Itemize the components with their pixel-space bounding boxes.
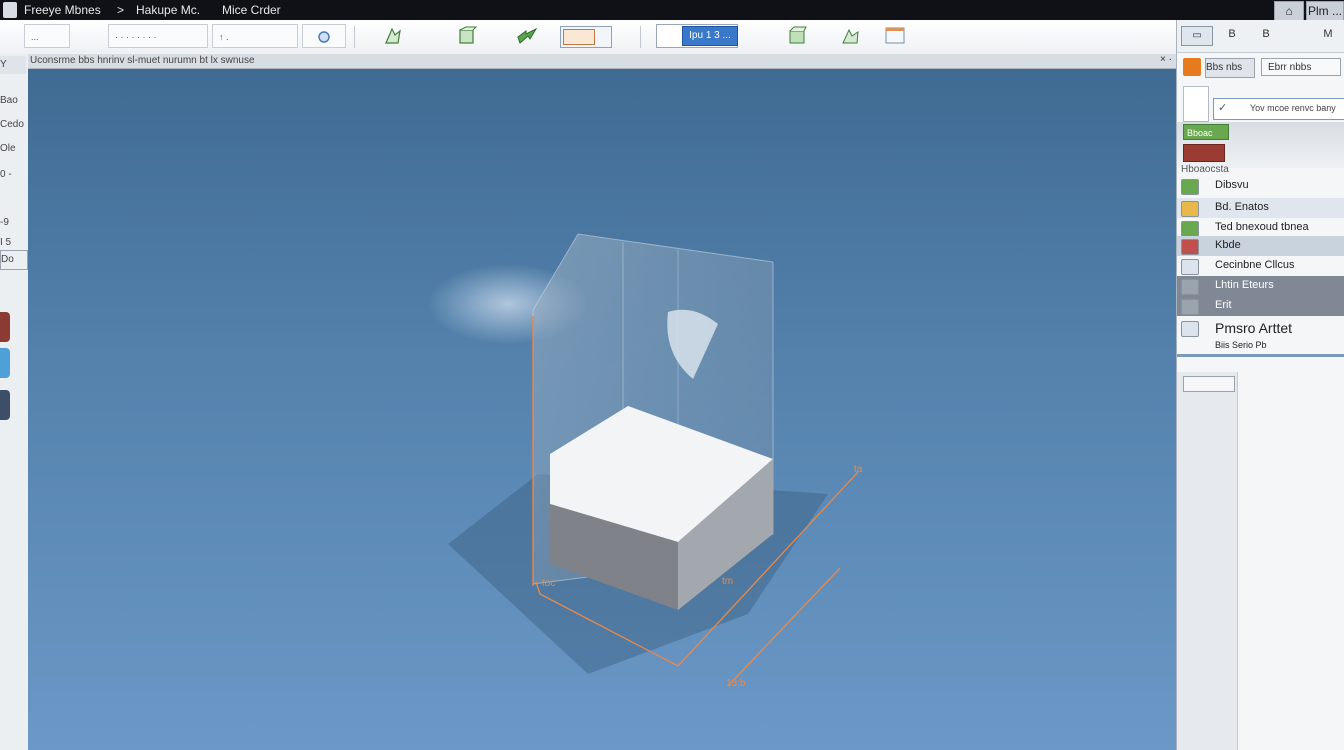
layer-label: Dibsvu	[1215, 179, 1249, 191]
tab-one[interactable]: Bbs nbs	[1205, 58, 1255, 78]
panel-divider	[1177, 354, 1344, 357]
move-tool-icon[interactable]	[516, 25, 538, 47]
scene-canvas[interactable]: ta tm toc 13:b	[28, 54, 1176, 750]
panel-m-button[interactable]: M	[1317, 28, 1339, 44]
layer-icon	[1181, 179, 1199, 195]
toolbar-lens-field[interactable]	[302, 24, 346, 48]
layer-row[interactable]: Bd. Enatos	[1177, 198, 1344, 218]
group-button[interactable]: Bboac	[1183, 124, 1229, 140]
plan-button[interactable]: Plm ...	[1306, 1, 1344, 21]
material-red-icon[interactable]	[0, 312, 10, 342]
folder-icon	[1181, 201, 1199, 217]
figure2-tool-icon[interactable]	[840, 25, 862, 47]
left-tab-1[interactable]: Y	[0, 56, 26, 74]
dimension-label-1: ta	[854, 464, 863, 475]
app-icon	[3, 2, 17, 18]
panel-b2-button[interactable]: B	[1257, 28, 1275, 44]
layer-row[interactable]: Dibsvu	[1177, 176, 1344, 196]
dimension-label-2: tm	[722, 576, 733, 587]
left-tab-2[interactable]: Bao	[0, 92, 26, 110]
table-icon	[1181, 221, 1199, 237]
layer-label: Lhtin Eteurs	[1215, 279, 1274, 291]
dimension-label-3: toc	[542, 578, 555, 589]
layer-row[interactable]: Ted bnexoud tbnea	[1177, 218, 1344, 238]
properties-icon-row[interactable]	[1183, 376, 1235, 392]
figure-tool-icon[interactable]	[382, 25, 404, 47]
layer-row-selected[interactable]: Lhtin Eteurs	[1177, 276, 1344, 296]
title-item-view[interactable]: Mice Crder	[222, 3, 281, 17]
layer-label: Kbde	[1215, 239, 1241, 251]
tool-icon	[1181, 299, 1199, 315]
layer-row-selected[interactable]: Erit	[1177, 296, 1344, 316]
properties-column	[1177, 372, 1238, 750]
right-panel-toolbar: ▭ B B M	[1177, 20, 1344, 53]
toolbar-field-2[interactable]: · · · · · · · ·	[108, 24, 208, 48]
gear-icon	[1181, 279, 1199, 295]
toolbar-separator	[640, 26, 641, 48]
lens-icon	[318, 31, 330, 43]
material-dark-icon[interactable]	[0, 390, 10, 420]
toolbar-separator	[354, 26, 355, 48]
layer-row[interactable]: Cecinbne Cllcus	[1177, 256, 1344, 276]
shape-tool-icon[interactable]	[456, 25, 478, 47]
left-tab-8[interactable]: Do	[0, 250, 28, 270]
panel-tool-icon[interactable]	[560, 26, 612, 48]
extrude-tool-icon[interactable]	[786, 25, 808, 47]
layer-row[interactable]: Pmsro Arttet	[1177, 318, 1344, 342]
layer-label: Biis Serio Pb	[1215, 340, 1267, 350]
dimension-label-4: 13:b	[726, 678, 746, 689]
home-button[interactable]: ⌂	[1274, 1, 1304, 21]
tab-two[interactable]: Ebrr nbbs	[1261, 58, 1341, 76]
text-icon	[1181, 321, 1199, 337]
left-tab-4[interactable]: Ole	[0, 140, 26, 158]
search-field[interactable]: ✓ Yov mcoe renvc bany	[1213, 98, 1344, 120]
left-panel: Y Bao Cedo Ole 0 - -9 I 5 Do	[0, 54, 29, 750]
document-icon	[1181, 259, 1199, 275]
toolbar-field-1[interactable]: ...	[24, 24, 70, 48]
section-header: Hboaocsta	[1181, 164, 1229, 175]
3d-viewport[interactable]: Uconsrme bbs hnrinv sl-muet nurumn bt lx…	[28, 54, 1176, 750]
expand-icon[interactable]	[1183, 86, 1209, 122]
tab-orange-icon[interactable]	[1183, 58, 1201, 76]
panel-view-button[interactable]: ▭	[1181, 26, 1213, 46]
layer-label: Pmsro Arttet	[1215, 320, 1293, 336]
title-item-module[interactable]: Hakupe Mc.	[136, 3, 200, 17]
material-blue-icon[interactable]	[0, 348, 10, 378]
right-panel: ▭ B B M Bbs nbs Ebrr nbbs ✓ Yov mcoe ren…	[1176, 20, 1344, 750]
layer-row[interactable]: Biis Serio Pb	[1177, 340, 1344, 354]
left-tab-3[interactable]: Cedo	[0, 116, 26, 134]
left-tab-6[interactable]: -9	[0, 214, 26, 232]
layer-label: Ted bnexoud tbnea	[1215, 221, 1309, 233]
toolbar-field-3[interactable]: ↑ .	[212, 24, 298, 48]
panel-bold-button[interactable]: B	[1223, 28, 1241, 44]
object-icon	[1181, 239, 1199, 255]
title-bar: Freeye Mbnes > Hakupe Mc. Mice Crder ⌂ P…	[0, 0, 1344, 21]
group-button-2[interactable]	[1183, 144, 1225, 162]
layer-row[interactable]: Kbde	[1177, 236, 1344, 256]
layer-label: Cecinbne Cllcus	[1215, 259, 1295, 271]
left-tab-5[interactable]: 0 -	[0, 166, 26, 184]
layer-label: Erit	[1215, 299, 1232, 311]
title-separator: >	[117, 3, 125, 17]
search-text: Yov mcoe renvc bany	[1250, 103, 1336, 113]
window-tool-icon[interactable]	[884, 25, 906, 47]
home-icon: ⌂	[1285, 4, 1293, 18]
panel-tool-swatch	[563, 29, 595, 45]
active-mode-button[interactable]: Ipu 1 3 ...	[682, 26, 738, 46]
layer-label: Bd. Enatos	[1215, 201, 1269, 213]
title-item-project[interactable]: Freeye Mbnes	[24, 3, 101, 17]
main-toolbar: ... · · · · · · · · ↑ . Ipu 1 3 ...	[0, 20, 1176, 55]
search-icon: ✓	[1218, 102, 1228, 114]
